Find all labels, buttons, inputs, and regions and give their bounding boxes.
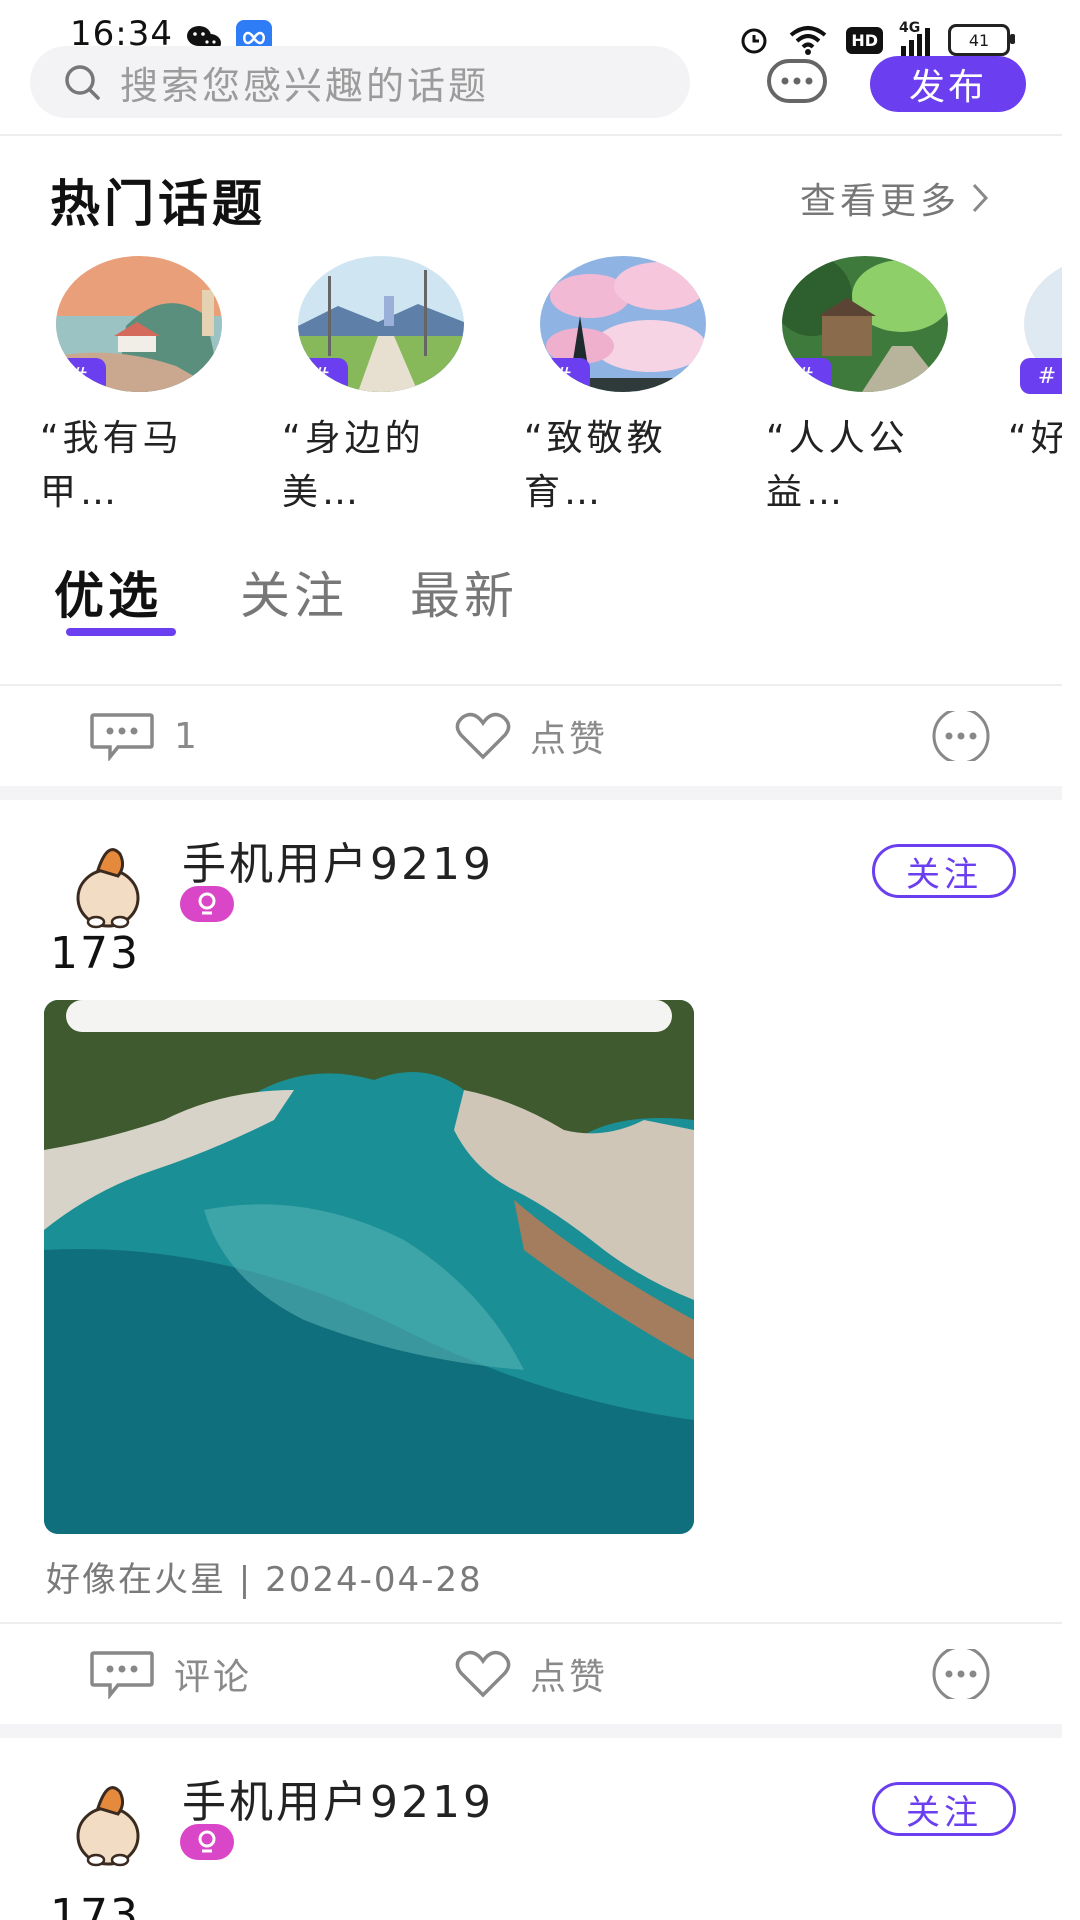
topic-item[interactable]: # “好 xyxy=(1008,256,1062,516)
topic-name: “身边的美… xyxy=(282,418,425,513)
search-input[interactable]: 搜索您感兴趣的话题 xyxy=(30,46,690,118)
comment-count: 1 xyxy=(174,715,200,757)
follow-button[interactable]: 关注 xyxy=(872,1782,1016,1836)
search-icon xyxy=(65,65,100,100)
avatar[interactable] xyxy=(58,836,158,936)
topic-image: # xyxy=(540,256,706,392)
female-gender-icon xyxy=(180,886,234,922)
username[interactable]: 手机用户9219 xyxy=(182,828,494,892)
publish-button[interactable]: 发布 xyxy=(870,56,1026,112)
like-button[interactable]: 点赞 xyxy=(454,1624,608,1724)
post-text: 173 xyxy=(50,928,140,979)
tab-latest[interactable]: 最新 xyxy=(410,556,518,628)
topic-image: # xyxy=(298,256,464,392)
post-text: 173 xyxy=(50,1890,140,1920)
hash-badge: # xyxy=(298,358,348,392)
topic-name: “好 xyxy=(1008,418,1062,459)
see-more-link[interactable]: 查看更多 xyxy=(800,172,990,224)
like-label: 点赞 xyxy=(530,719,609,760)
topic-name: “人人公益… xyxy=(766,418,909,513)
topic-item[interactable]: # “我有马甲… xyxy=(40,256,240,520)
divider xyxy=(0,134,1062,136)
hash-badge: # xyxy=(782,358,832,392)
status-icons: HD 4G 41 xyxy=(738,20,1015,58)
search-placeholder: 搜索您感兴趣的话题 xyxy=(120,63,490,108)
comment-button[interactable]: 评论 xyxy=(88,1624,252,1724)
cell-signal-icon: 4G xyxy=(899,20,930,56)
hot-topics-title: 热门话题 xyxy=(50,175,266,233)
topic-name: “我有马甲… xyxy=(40,418,183,513)
comment-icon xyxy=(90,713,154,761)
post-card: 手机用户9219 关注 173 xyxy=(0,1738,1062,1920)
wifi-icon xyxy=(790,26,827,55)
hash-badge: # xyxy=(540,358,590,392)
avatar[interactable] xyxy=(58,1774,158,1874)
heart-icon xyxy=(455,712,511,760)
follow-button[interactable]: 关注 xyxy=(872,844,1016,898)
like-label: 点赞 xyxy=(530,1657,609,1698)
section-separator xyxy=(0,1724,1062,1738)
post-image[interactable] xyxy=(44,1000,694,1534)
see-more-label: 查看更多 xyxy=(800,181,961,222)
topic-item[interactable]: # “致敬教育… xyxy=(524,256,724,520)
tab-indicator xyxy=(66,628,176,636)
topic-name: “致敬教育… xyxy=(524,418,667,513)
username[interactable]: 手机用户9219 xyxy=(182,1766,494,1830)
post-action-bar: 1 点赞 xyxy=(0,686,1062,786)
chevron-right-icon xyxy=(972,183,989,213)
topic-item[interactable]: # “身边的美… xyxy=(282,256,482,520)
tab-featured[interactable]: 优选 xyxy=(54,556,162,628)
comment-label: 评论 xyxy=(174,1657,253,1698)
more-options-icon[interactable] xyxy=(930,1649,992,1699)
female-gender-icon xyxy=(180,1824,234,1860)
messages-icon[interactable] xyxy=(766,58,828,108)
post-action-bar: 评论 点赞 xyxy=(0,1624,1062,1724)
more-options-icon[interactable] xyxy=(930,711,992,761)
like-button[interactable]: 点赞 xyxy=(454,686,608,786)
topic-image: # xyxy=(56,256,222,392)
post-meta: 好像在火星 | 2024-04-28 xyxy=(46,1560,483,1600)
hash-badge: # xyxy=(56,358,106,392)
alarm-icon xyxy=(741,28,767,54)
section-separator xyxy=(0,786,1062,800)
topic-image: # xyxy=(782,256,948,392)
comment-icon xyxy=(90,1651,154,1699)
battery-icon: 41 xyxy=(948,24,1015,56)
heart-icon xyxy=(455,1650,511,1698)
topic-item[interactable]: # “人人公益… xyxy=(766,256,966,520)
hash-badge: # xyxy=(1020,358,1062,394)
comment-button[interactable]: 1 xyxy=(88,686,200,786)
tab-following[interactable]: 关注 xyxy=(240,556,348,628)
hd-icon: HD xyxy=(846,26,883,54)
